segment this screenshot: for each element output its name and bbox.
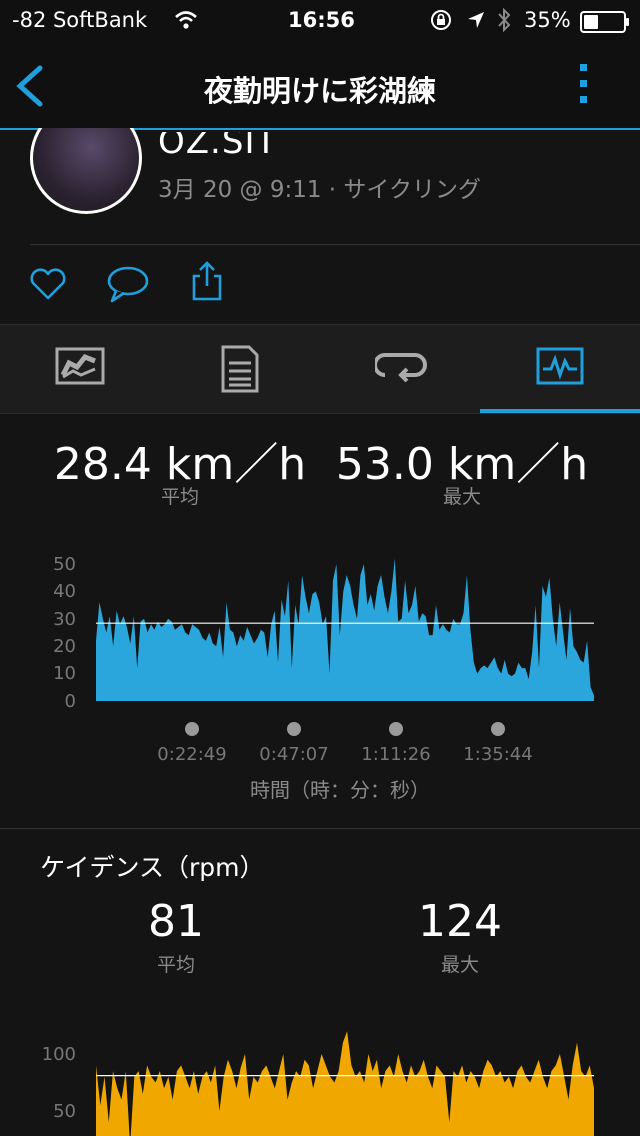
speed-y-tick: 0 (64, 691, 76, 712)
more-options-icon[interactable] (574, 60, 594, 110)
page-title: 夜勤明けに彩湖練 (203, 74, 436, 108)
cadence-area (96, 1031, 594, 1136)
x-tick-marker (491, 722, 505, 736)
cadence-avg-value: 81 (148, 896, 204, 947)
x-tick-marker (287, 722, 301, 736)
comment-bubble-icon[interactable] (106, 264, 150, 306)
cadence-avg-label: 平均 (156, 954, 195, 976)
speed-chart (96, 558, 594, 701)
clock: 16:56 (288, 8, 355, 32)
speed-avg-label: 平均 (160, 486, 199, 508)
cadence-y-tick: 100 (41, 1044, 76, 1065)
speed-x-tick: 1:35:44 (463, 744, 533, 765)
activity-meta: 3月 20 @ 9:11 · サイクリング (158, 177, 481, 203)
speed-area (96, 558, 594, 701)
status-bar: -82 SoftBank 16:56 35% (0, 0, 640, 40)
cadence-max-label: 最大 (440, 954, 479, 976)
active-tab-indicator (480, 409, 640, 413)
speed-y-tick: 30 (53, 609, 76, 630)
x-tick-marker (185, 722, 199, 736)
tab-laps[interactable] (320, 325, 480, 413)
summary-map-icon (55, 347, 105, 385)
carrier-label: -82 SoftBank (12, 8, 148, 32)
x-tick-marker (389, 722, 403, 736)
battery-percent: 35% (524, 8, 571, 32)
bluetooth-icon (498, 7, 511, 33)
charts-pulse-icon (536, 347, 584, 385)
wifi-icon (175, 11, 197, 29)
rotation-lock-icon (431, 10, 451, 30)
divider (30, 244, 640, 245)
cadence-chart (96, 1031, 594, 1136)
tab-charts[interactable] (480, 325, 640, 413)
battery-icon (580, 11, 629, 33)
laps-loop-icon (375, 353, 427, 383)
tab-summary[interactable] (0, 325, 160, 413)
speed-y-tick: 50 (53, 554, 76, 575)
speed-max-label: 最大 (442, 486, 481, 508)
speed-y-tick: 20 (53, 636, 76, 657)
like-heart-icon[interactable] (28, 266, 68, 302)
nav-bar: 夜勤明けに彩湖練 (0, 40, 640, 130)
cadence-max-value: 124 (418, 896, 502, 947)
cadence-y-tick: 50 (53, 1101, 76, 1122)
location-arrow-icon (468, 12, 484, 28)
details-document-icon (221, 345, 259, 393)
cadence-section-title: ケイデンス（rpm） (40, 853, 265, 882)
speed-y-tick: 10 (53, 663, 76, 684)
share-icon[interactable] (190, 260, 224, 302)
speed-x-axis-label: 時間（時：分：秒） (250, 778, 430, 802)
activity-tab-bar (0, 324, 640, 414)
section-divider (0, 828, 640, 829)
tab-details[interactable] (160, 325, 320, 413)
avatar[interactable] (30, 128, 142, 214)
speed-y-tick: 40 (53, 581, 76, 602)
